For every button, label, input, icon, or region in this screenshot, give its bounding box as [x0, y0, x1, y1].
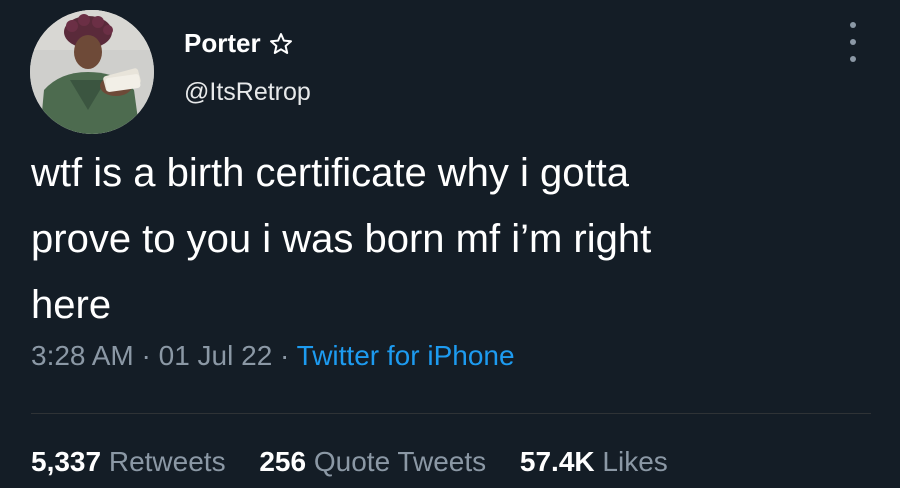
meta-separator: ·: [141, 340, 151, 371]
likes-count: 57.4K: [519, 446, 595, 477]
avatar[interactable]: [30, 10, 154, 134]
retweets-count: 5,337: [31, 446, 102, 477]
tweet-time[interactable]: 3:28 AM: [31, 340, 134, 371]
tweet-text: wtf is a birth certificate why i gotta p…: [31, 151, 652, 327]
tweet-meta: 3:28 AM · 01 Jul 22 · Twitter for iPhone: [31, 340, 515, 372]
author-handle[interactable]: @ItsRetrop: [184, 78, 311, 107]
likes-stat[interactable]: 57.4K Likes: [520, 446, 668, 477]
tweet-source[interactable]: Twitter for iPhone: [297, 340, 515, 371]
quotes-count: 256: [259, 446, 307, 477]
quotes-label: Quote Tweets: [313, 446, 487, 477]
retweets-label: Retweets: [108, 446, 226, 477]
meta-separator: ·: [280, 340, 290, 371]
avatar-image: [30, 10, 154, 134]
likes-label: Likes: [602, 446, 668, 477]
retweets-stat[interactable]: 5,337 Retweets: [31, 446, 226, 477]
author-display-name-row[interactable]: Porter: [184, 28, 293, 59]
star-outline-icon: [269, 32, 293, 56]
tweet-stats: 5,337 Retweets 256 Quote Tweets 57.4K Li…: [31, 446, 694, 478]
tweet-date[interactable]: 01 Jul 22: [159, 340, 273, 371]
divider: [31, 413, 871, 414]
more-options-icon[interactable]: [838, 20, 868, 64]
quote-tweets-stat[interactable]: 256 Quote Tweets: [259, 446, 486, 477]
author-display-name[interactable]: Porter: [184, 28, 261, 59]
